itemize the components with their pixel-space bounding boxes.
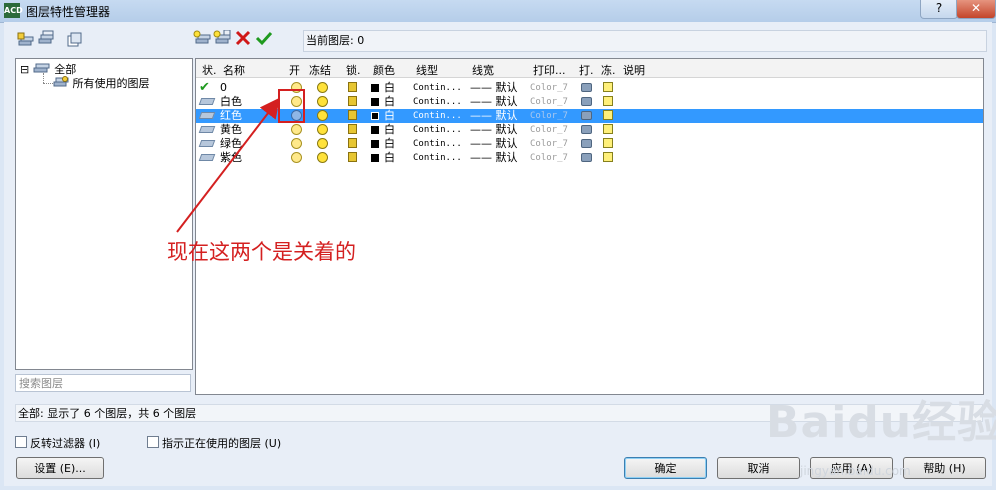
baidu-watermark-url: jingyan.baidu.com	[800, 464, 911, 478]
annotation-text: 现在这两个是关着的	[167, 240, 356, 264]
baidu-watermark-logo: Baidu经验	[766, 397, 996, 448]
layer-properties-manager-window: ACD 图层特性管理器 ? ✕ 当前图层: 0 ⊟ 全部 所有使用的图层 搜索图…	[0, 0, 996, 490]
